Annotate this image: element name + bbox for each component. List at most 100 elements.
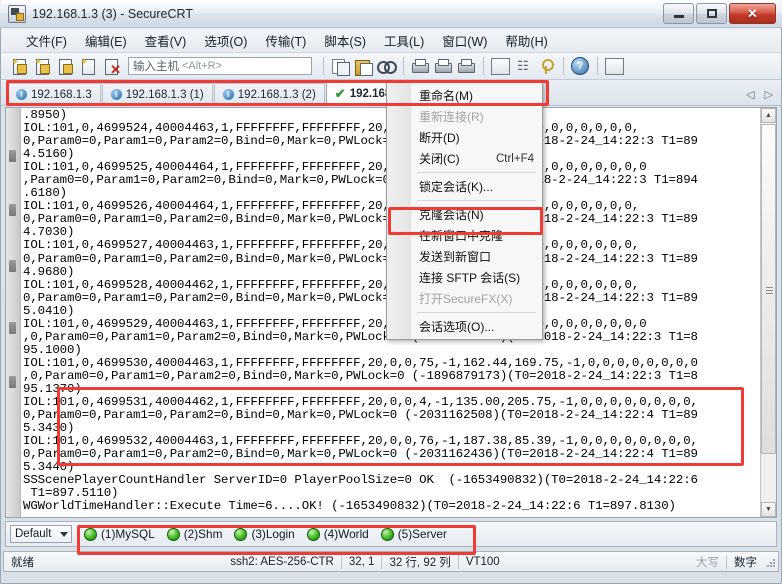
- title-bar[interactable]: 192.168.1.3 (3) - SecureCRT ✕: [0, 0, 782, 28]
- button-bar-item-login[interactable]: (3)Login: [234, 527, 295, 541]
- terminal-scrollbar[interactable]: ▲ ▼: [760, 108, 776, 517]
- button-bar-item-label: (4)World: [323, 527, 369, 541]
- button-bar-item-label: (3)Login: [251, 527, 295, 541]
- terminal-line: 0,Param0=0,Param1=0,Param2=0,Bind=0,Mark…: [23, 447, 698, 462]
- menu-bar: 文件(F) 编辑(E) 查看(V) 选项(O) 传输(T) 脚本(S) 工具(L…: [1, 29, 781, 53]
- button-bar-select[interactable]: Default: [10, 525, 72, 543]
- menu-tools[interactable]: 工具(L): [375, 28, 433, 53]
- securecrt-window: 192.168.1.3 (3) - SecureCRT ✕ 文件(F) 编辑(E…: [0, 0, 782, 584]
- status-ready: 就绪: [11, 556, 34, 569]
- minimize-icon: [673, 15, 684, 18]
- status-cursor-position: 32, 1: [348, 555, 375, 568]
- menu-view[interactable]: 查看(V): [136, 28, 196, 53]
- chevron-down-icon: [60, 532, 68, 537]
- context-menu-item[interactable]: 发送到新窗口: [387, 246, 542, 267]
- menu-file[interactable]: 文件(F): [17, 28, 76, 53]
- context-menu-item: 重新连接(R): [387, 106, 542, 127]
- context-menu-item[interactable]: 在新窗口中克隆: [387, 225, 542, 246]
- button-bar-item-label: (5)Server: [397, 527, 447, 541]
- session-options-icon[interactable]: [489, 56, 511, 77]
- context-menu-item-label: 打开SecureFX(X): [419, 292, 513, 306]
- tab-context-menu[interactable]: 重命名(M) 重新连接(R) 断开(D) 关闭(C) Ctrl+F4 锁定会话(K)...…: [386, 82, 543, 340]
- tab-label: 192.168.1.3 (1): [125, 88, 204, 101]
- terminal-line: WGWorldTimeHandler::Execute Time=6....OK…: [23, 499, 676, 514]
- context-menu-item-label: 连接 SFTP 会话(S): [419, 271, 521, 285]
- minimize-button[interactable]: [663, 3, 694, 24]
- button-bar-item-server[interactable]: (5)Server: [380, 527, 447, 541]
- maximize-button[interactable]: [696, 3, 727, 24]
- disconnect-icon[interactable]: ✕: [101, 56, 123, 77]
- arrange-icon[interactable]: [603, 56, 625, 77]
- new-session-wizard-icon[interactable]: ✦: [32, 56, 54, 77]
- context-menu-item-label: 会话选项(O)...: [419, 320, 495, 334]
- print-screen-icon[interactable]: [455, 56, 477, 77]
- paste-icon[interactable]: [352, 56, 374, 77]
- check-icon: ✔: [334, 86, 346, 101]
- button-bar-item-world[interactable]: (4)World: [306, 527, 369, 541]
- scroll-up-icon[interactable]: ▲: [761, 108, 776, 123]
- help-icon[interactable]: ?: [569, 56, 591, 77]
- reconnect-icon[interactable]: ✦: [78, 56, 100, 77]
- button-bar-item-label: (2)Shm: [183, 527, 223, 541]
- context-menu-item[interactable]: 关闭(C) Ctrl+F4: [387, 148, 542, 169]
- toolbar-separator-4: [563, 57, 564, 75]
- button-bar-item-mysql[interactable]: (1)MySQL: [84, 527, 155, 541]
- status-led-icon: [306, 527, 320, 541]
- chain-icon[interactable]: ☷: [512, 56, 534, 77]
- find-icon[interactable]: [375, 56, 397, 77]
- securecrt-icon: [8, 4, 26, 23]
- menu-window[interactable]: 窗口(W): [433, 28, 496, 53]
- key-icon[interactable]: [535, 56, 557, 77]
- context-menu-item[interactable]: 连接 SFTP 会话(S): [387, 267, 542, 288]
- context-menu-item-label: 重新连接(R): [419, 110, 484, 124]
- clone-session-icon[interactable]: [55, 56, 77, 77]
- tab-nav-next-icon[interactable]: ▷: [765, 88, 773, 101]
- button-bar: Default (1)MySQL (2)Shm (3)Login (4)Worl…: [5, 521, 777, 547]
- status-led-icon: [84, 527, 97, 541]
- context-menu-item-label: 克隆会话(N): [419, 208, 484, 222]
- scroll-down-icon[interactable]: ▼: [761, 502, 776, 517]
- context-menu-item[interactable]: 断开(D): [387, 127, 542, 148]
- context-menu-item[interactable]: 会话选项(O)...: [387, 316, 542, 337]
- status-led-icon: [380, 527, 394, 541]
- tab-nav-prev-icon[interactable]: ◁: [746, 88, 754, 101]
- context-menu-item-label: 断开(D): [419, 131, 460, 145]
- context-menu-separator: [417, 200, 536, 201]
- scrollbar-thumb[interactable]: [761, 124, 776, 454]
- context-menu-item-label: 关闭(C): [419, 152, 460, 166]
- print-icon[interactable]: [409, 56, 431, 77]
- menu-transfer[interactable]: 传输(T): [256, 28, 315, 53]
- host-input[interactable]: 输入主机 <Alt+R>: [128, 57, 312, 75]
- toolbar: ✦ ✦ ✦ ✕ 输入主机 <Alt+R> ☷ ?: [1, 53, 781, 80]
- new-session-icon[interactable]: ✦: [9, 56, 31, 77]
- resize-grip-icon[interactable]: [764, 556, 776, 568]
- menu-options[interactable]: 选项(O): [195, 28, 256, 53]
- menu-edit[interactable]: 编辑(E): [76, 28, 136, 53]
- context-menu-item-label: 重命名(M): [419, 89, 473, 103]
- context-menu-item[interactable]: 重命名(M): [387, 85, 542, 106]
- toolbar-separator-3: [483, 57, 484, 75]
- maximize-icon: [706, 9, 717, 18]
- status-led-icon: [166, 527, 180, 541]
- tab-session-0[interactable]: i 192.168.1.3: [7, 83, 101, 105]
- close-button[interactable]: ✕: [729, 3, 776, 24]
- context-menu-item[interactable]: 锁定会话(K)...: [387, 176, 542, 197]
- menu-script[interactable]: 脚本(S): [315, 28, 375, 53]
- toolbar-separator-2: [403, 57, 404, 75]
- log-session-icon[interactable]: [432, 56, 454, 77]
- close-icon: ✕: [747, 6, 758, 21]
- tab-nav: ◁ ▷: [746, 88, 773, 101]
- host-input-placeholder: 输入主机: [133, 61, 179, 73]
- context-menu-item[interactable]: 克隆会话(N): [387, 204, 542, 225]
- toolbar-separator-1: [323, 57, 324, 75]
- toolbar-separator-5: [597, 57, 598, 75]
- info-icon: i: [110, 89, 122, 100]
- tab-session-1[interactable]: i 192.168.1.3 (1): [101, 83, 213, 105]
- info-icon: i: [16, 89, 27, 100]
- button-bar-select-value: Default: [15, 528, 52, 540]
- button-bar-item-shm[interactable]: (2)Shm: [166, 527, 223, 541]
- context-menu-item-accelerator: Ctrl+F4: [495, 152, 534, 165]
- menu-help[interactable]: 帮助(H): [496, 28, 556, 53]
- tab-session-2[interactable]: i 192.168.1.3 (2): [213, 83, 325, 105]
- copy-icon[interactable]: [329, 56, 351, 77]
